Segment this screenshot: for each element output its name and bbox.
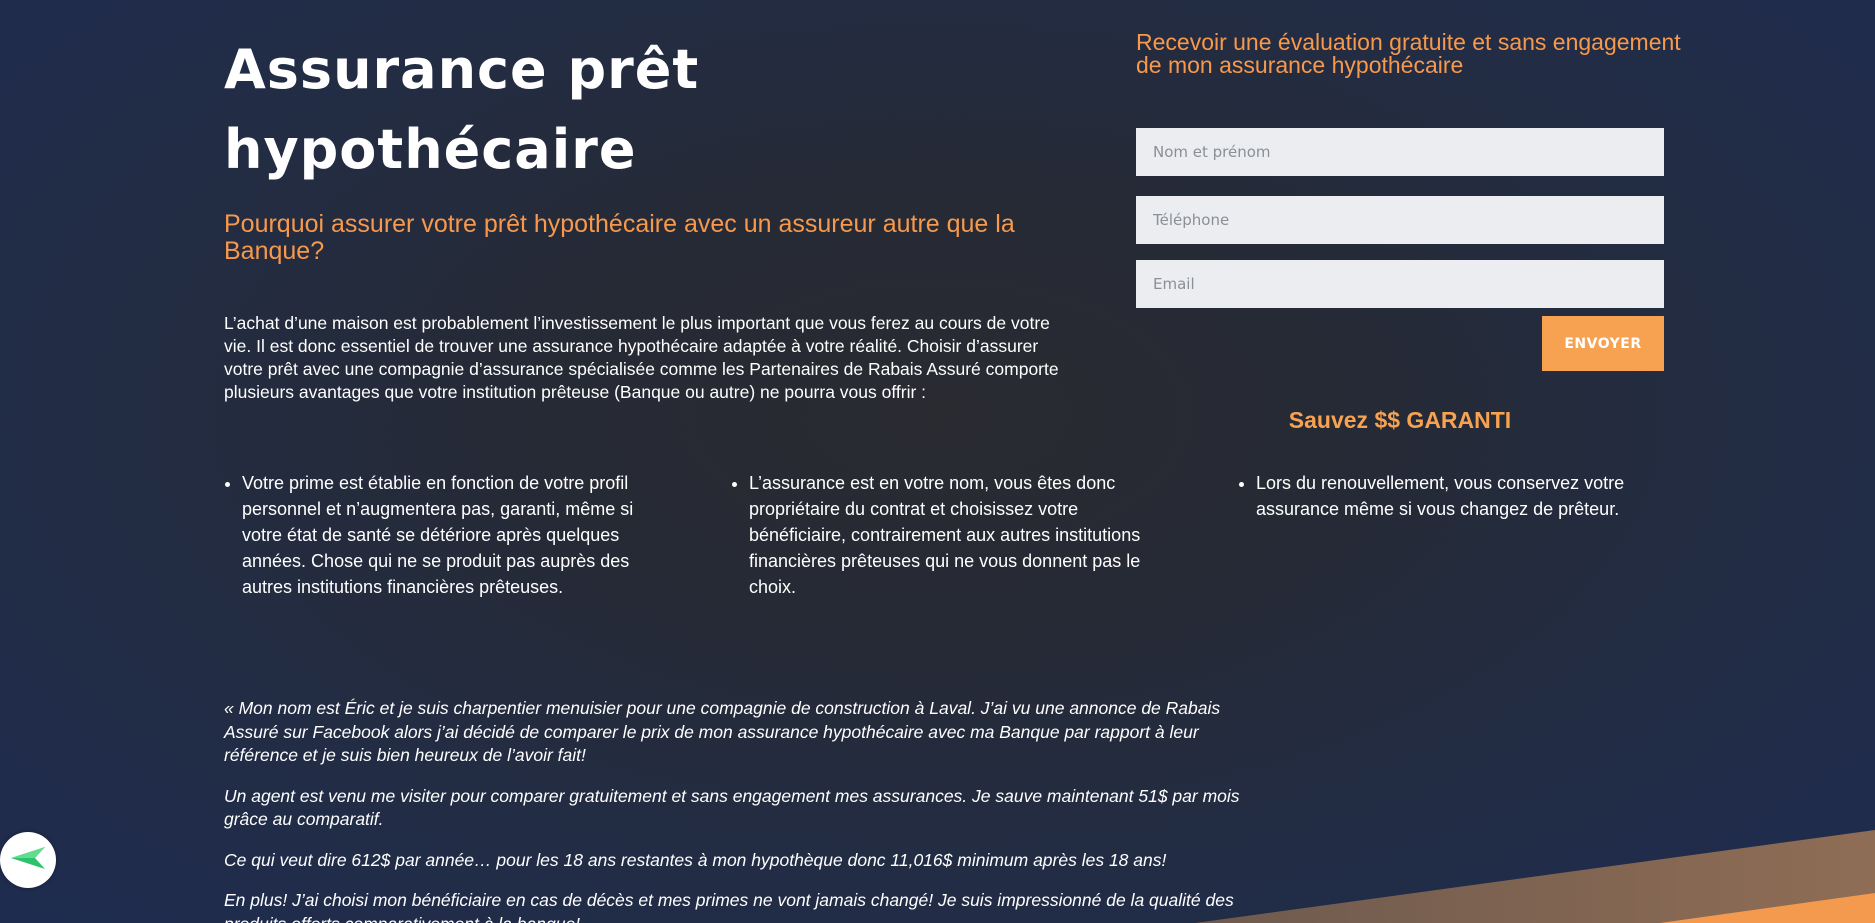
page-title: Assurance prêt hypothécaire bbox=[224, 38, 700, 181]
back-arrow-icon bbox=[11, 846, 45, 874]
benefit-list-1: Votre prime est établie en fonction de v… bbox=[224, 470, 662, 600]
email-field[interactable] bbox=[1136, 260, 1664, 308]
benefit-item: L’assurance est en votre nom, vous êtes … bbox=[749, 470, 1169, 600]
guarantee-text: Sauvez $$ GARANTI bbox=[1288, 407, 1512, 433]
testimonial: « Mon nom est Éric et je suis charpentie… bbox=[224, 697, 1269, 923]
testimonial-paragraph: Un agent est venu me visiter pour compar… bbox=[224, 785, 1240, 830]
submit-button[interactable]: ENVOYER bbox=[1542, 316, 1664, 371]
benefit-item: Lors du renouvellement, vous conservez v… bbox=[1256, 470, 1676, 522]
form-heading: Recevoir une évaluation gratuite et sans… bbox=[1136, 29, 1681, 78]
back-button[interactable] bbox=[0, 832, 56, 888]
testimonial-paragraph: Ce qui veut dire 612$ par année… pour le… bbox=[224, 849, 1167, 870]
phone-field[interactable] bbox=[1136, 196, 1664, 244]
benefit-list-2: L’assurance est en votre nom, vous êtes … bbox=[731, 470, 1169, 600]
testimonial-paragraph: « Mon nom est Éric et je suis charpentie… bbox=[224, 698, 1221, 765]
page-subtitle: Pourquoi assurer votre prêt hypothécaire… bbox=[224, 210, 1015, 265]
benefit-item: Votre prime est établie en fonction de v… bbox=[242, 470, 662, 600]
name-field[interactable] bbox=[1136, 128, 1664, 176]
testimonial-paragraph: En plus! J’ai choisi mon bénéficiaire en… bbox=[224, 890, 1234, 923]
benefit-list-3: Lors du renouvellement, vous conservez v… bbox=[1238, 470, 1676, 522]
intro-paragraph: L’achat d’une maison est probablement l’… bbox=[224, 313, 1059, 402]
